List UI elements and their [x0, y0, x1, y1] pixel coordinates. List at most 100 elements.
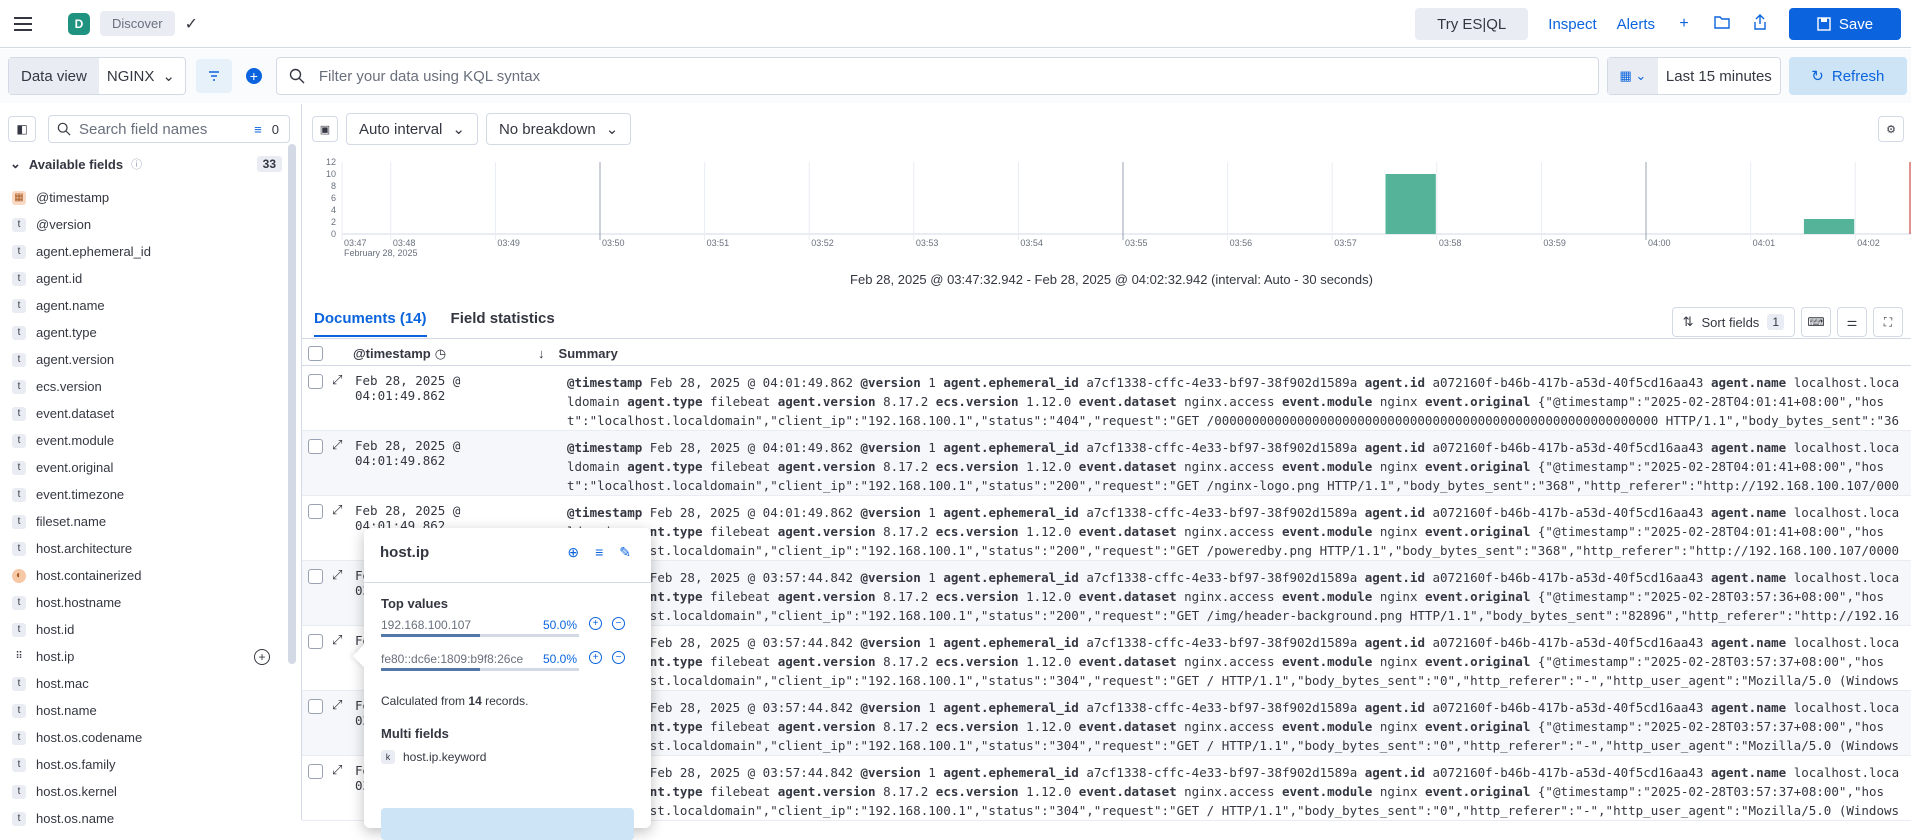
histogram-toggle-icon[interactable]: ▣ [312, 116, 338, 142]
sort-fields-button[interactable]: ⇅ Sort fields 1 [1671, 307, 1795, 337]
filter-icon[interactable] [195, 59, 232, 93]
filter-out-icon[interactable]: − [612, 651, 625, 664]
histogram-bar[interactable] [1803, 219, 1855, 234]
field-item[interactable]: t @version [0, 211, 290, 238]
breadcrumb[interactable]: Discover [100, 11, 175, 36]
field-name: host.architecture [36, 541, 133, 556]
field-name: agent.id [36, 271, 83, 286]
keyboard-icon[interactable]: ⌨ [1801, 307, 1831, 337]
add-field-icon[interactable]: ⊕ [567, 544, 579, 561]
row-checkbox[interactable] [308, 504, 323, 519]
time-range[interactable]: Last 15 minutes [1658, 58, 1780, 94]
filter-out-icon[interactable]: − [612, 617, 625, 630]
table-row[interactable]: ⤢ Feb 28, 2025 @ 04:01:49.862 @timestamp F… [302, 366, 1911, 431]
filter-icon[interactable]: ≡ [595, 544, 603, 561]
expand-icon[interactable]: ⤢ [332, 762, 342, 778]
field-filter-button[interactable]: ≡ 0 [254, 122, 289, 137]
expand-icon[interactable]: ⤢ [332, 502, 342, 518]
expand-icon[interactable]: ⤢ [332, 567, 342, 583]
row-checkbox[interactable] [308, 699, 323, 714]
field-item[interactable]: t agent.name [0, 292, 290, 319]
data-view-picker[interactable]: Data view NGINX ⌄ [8, 57, 186, 95]
text-type-icon: t [12, 433, 26, 448]
boolean-type-icon: ◐ [12, 568, 26, 583]
field-item[interactable]: t host.id [0, 616, 290, 643]
filter-for-icon[interactable]: + [589, 617, 602, 630]
field-item[interactable]: t host.os.codename [0, 724, 290, 751]
multi-field-item[interactable]: k host.ip.keyword [381, 750, 486, 764]
expand-icon[interactable]: ⤢ [332, 437, 342, 453]
field-item[interactable]: t host.hostname [0, 589, 290, 616]
field-item[interactable]: t agent.ephemeral_id [0, 238, 290, 265]
field-item[interactable]: t host.architecture [0, 535, 290, 562]
field-item[interactable]: t event.original [0, 454, 290, 481]
try-esql-button[interactable]: Try ES|QL [1415, 8, 1529, 40]
tab-field-statistics[interactable]: Field statistics [451, 310, 555, 337]
field-item[interactable]: t host.os.family [0, 751, 290, 778]
refresh-button[interactable]: ↻ Refresh [1788, 57, 1907, 95]
inspect-link[interactable]: Inspect [1548, 16, 1596, 33]
share-icon[interactable] [1749, 13, 1771, 35]
multi-field-name: host.ip.keyword [403, 750, 487, 764]
field-item[interactable]: ◐ host.containerized [0, 562, 290, 589]
text-type-icon: t [12, 595, 26, 610]
row-checkbox[interactable] [308, 374, 323, 389]
visualize-button[interactable] [381, 808, 634, 840]
folder-icon[interactable] [1711, 15, 1733, 34]
expand-icon[interactable]: ⤢ [332, 697, 342, 713]
fullscreen-icon[interactable]: ⛶ [1873, 307, 1903, 337]
row-checkbox[interactable] [308, 439, 323, 454]
field-item[interactable]: t host.os.kernel [0, 778, 290, 805]
field-search-input[interactable]: Search field names ≡ 0 [48, 115, 290, 143]
field-item[interactable]: t event.dataset [0, 400, 290, 427]
kql-search-input[interactable]: Filter your data using KQL syntax [275, 57, 1599, 95]
plus-icon[interactable]: + [1673, 15, 1695, 33]
field-item[interactable]: t event.module [0, 427, 290, 454]
menu-icon[interactable] [14, 10, 42, 38]
field-item[interactable]: t agent.version [0, 346, 290, 373]
field-name: event.dataset [36, 406, 115, 421]
col-timestamp[interactable]: @timestamp [353, 346, 431, 361]
add-filter-button[interactable]: + [236, 59, 272, 93]
text-type-icon: t [12, 622, 26, 637]
save-button[interactable]: Save [1789, 8, 1901, 40]
edit-icon[interactable]: ✎ [619, 544, 631, 561]
field-item[interactable]: t host.mac [0, 670, 290, 697]
field-item[interactable]: t host.os.name [0, 805, 290, 832]
add-field-icon[interactable]: + [254, 649, 270, 665]
date-picker[interactable]: ▦ ⌄ Last 15 minutes [1606, 57, 1781, 95]
field-item[interactable]: t host.name [0, 697, 290, 724]
tab-documents[interactable]: Documents (14) [314, 310, 427, 337]
field-item[interactable]: t agent.type [0, 319, 290, 346]
space-avatar[interactable]: D [68, 12, 90, 35]
row-checkbox[interactable] [308, 634, 323, 649]
filter-for-icon[interactable]: + [589, 651, 602, 664]
alerts-link[interactable]: Alerts [1617, 16, 1655, 33]
field-item[interactable]: t event.timezone [0, 481, 290, 508]
chart-options-icon[interactable]: ⚙ [1878, 116, 1904, 142]
field-item[interactable]: ⠿ host.ip + [0, 643, 290, 670]
col-summary[interactable]: Summary [559, 346, 618, 361]
sidebar-scrollbar[interactable] [288, 144, 296, 664]
breakdown-dropdown[interactable]: No breakdown ⌄ [485, 113, 632, 145]
display-settings-icon[interactable]: ⚌ [1837, 307, 1867, 337]
row-checkbox[interactable] [308, 764, 323, 779]
table-row[interactable]: ⤢ Feb 28, 2025 @ 04:01:49.862 @timestamp F… [302, 431, 1911, 496]
expand-icon[interactable]: ⤢ [332, 632, 342, 648]
available-fields-header[interactable]: ⌄ Available fields ⓘ 33 [10, 156, 282, 172]
field-item[interactable]: t ecs.version [0, 373, 290, 400]
select-all-checkbox[interactable] [308, 346, 323, 361]
sidebar-toggle-icon[interactable]: ◧ [8, 116, 36, 142]
text-type-icon: t [12, 244, 26, 259]
interval-dropdown[interactable]: Auto interval ⌄ [346, 113, 478, 145]
text-type-icon: t [12, 217, 26, 232]
row-checkbox[interactable] [308, 569, 323, 584]
field-item[interactable]: t fileset.name [0, 508, 290, 535]
field-item[interactable]: ▦ @timestamp [0, 184, 290, 211]
field-item[interactable]: t agent.id [0, 265, 290, 292]
histogram-bar[interactable] [1385, 174, 1436, 234]
sort-desc-icon[interactable]: ↓ [538, 346, 545, 361]
histogram-toolbar: ▣ Auto interval ⌄ No breakdown ⌄ [312, 112, 632, 146]
calendar-icon[interactable]: ▦ ⌄ [1607, 58, 1658, 94]
expand-icon[interactable]: ⤢ [332, 372, 342, 388]
